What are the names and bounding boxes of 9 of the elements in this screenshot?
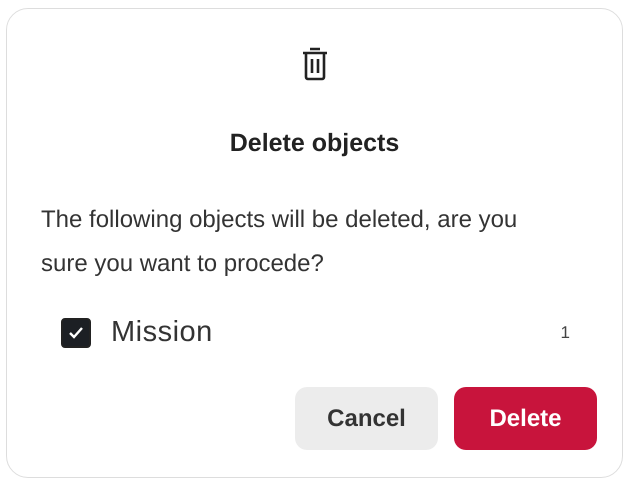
object-label: Mission: [111, 316, 214, 349]
dialog-title: Delete objects: [230, 129, 400, 158]
delete-button[interactable]: Delete: [454, 387, 597, 450]
object-count: 1: [560, 322, 570, 342]
confirmation-message: The following objects will be deleted, are you sure you want to procede?: [41, 205, 518, 279]
check-icon: [68, 326, 84, 340]
checkbox[interactable]: [61, 318, 91, 348]
trash-icon: [302, 47, 328, 81]
cancel-button[interactable]: Cancel: [295, 387, 438, 450]
